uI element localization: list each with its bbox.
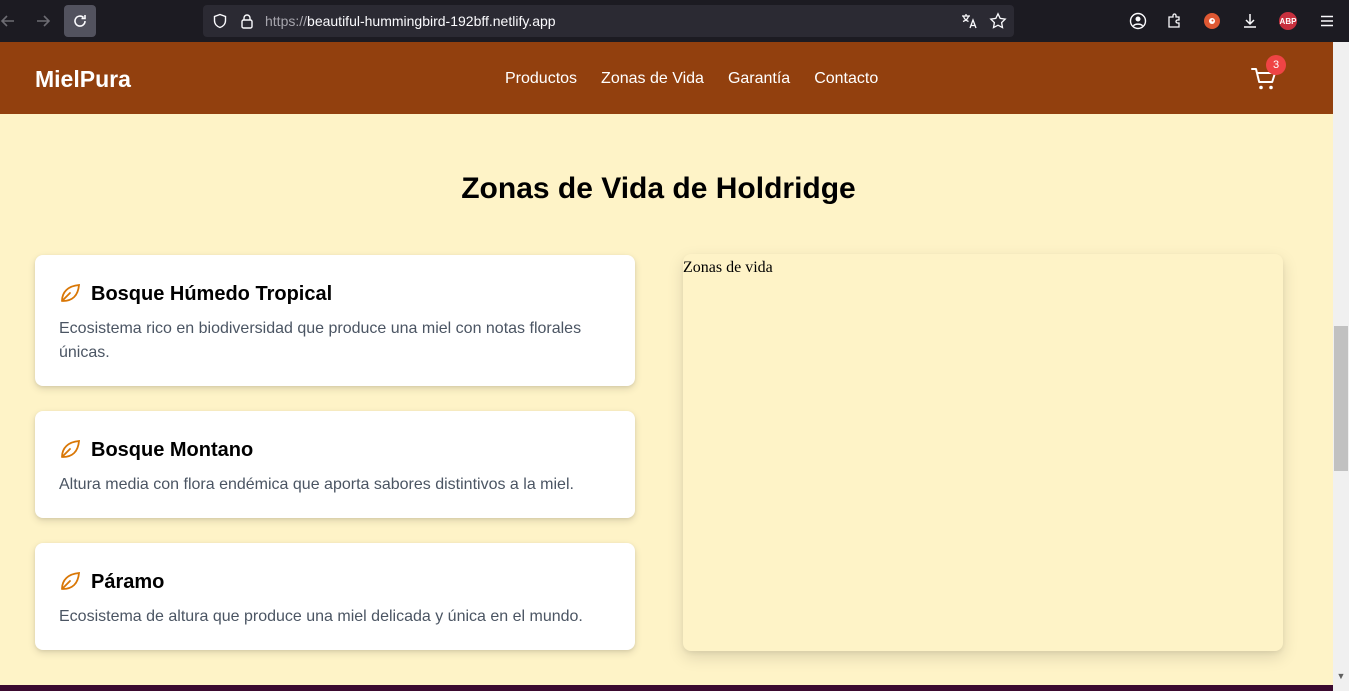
forward-arrow-icon[interactable]	[27, 5, 59, 37]
cart-count-badge: 3	[1266, 55, 1286, 75]
page-viewport: MielPura Productos Zonas de Vida Garantí…	[0, 42, 1333, 691]
zone-description: Ecosistema rico en biodiversidad que pro…	[59, 320, 582, 361]
nav-link-garantia[interactable]: Garantía	[728, 70, 790, 88]
site-header: MielPura Productos Zonas de Vida Garantí…	[0, 42, 1333, 114]
leaf-icon	[58, 569, 82, 593]
nav-link-contacto[interactable]: Contacto	[814, 70, 878, 88]
download-icon[interactable]	[1239, 10, 1261, 32]
star-icon[interactable]	[987, 10, 1009, 32]
browser-toolbar: https://beautiful-hummingbird-192bff.net…	[0, 0, 1349, 42]
url-scheme: https://	[265, 13, 308, 29]
zone-title: Bosque Montano	[91, 439, 254, 461]
zone-description: Altura media con flora endémica que apor…	[59, 476, 574, 493]
account-icon[interactable]	[1127, 10, 1149, 32]
nav-link-zonas-de-vida[interactable]: Zonas de Vida	[601, 70, 704, 88]
menu-icon[interactable]	[1316, 10, 1338, 32]
zone-description: Ecosistema de altura que produce una mie…	[59, 608, 583, 625]
footer-edge	[0, 685, 1333, 691]
lock-icon[interactable]	[236, 10, 258, 32]
url-bar[interactable]: https://beautiful-hummingbird-192bff.net…	[203, 5, 1014, 37]
back-arrow-icon[interactable]	[0, 5, 24, 37]
shield-icon[interactable]	[209, 10, 231, 32]
map-alt-text: Zonas de vida	[683, 259, 773, 276]
zone-card: Páramo Ecosistema de altura que produce …	[35, 543, 635, 650]
adblock-icon[interactable]: ABP	[1279, 12, 1297, 30]
zone-title: Páramo	[91, 571, 165, 593]
zone-title: Bosque Húmedo Tropical	[91, 283, 333, 305]
zone-card: Bosque Montano Altura media con flora en…	[35, 411, 635, 518]
duckduckgo-icon[interactable]	[1204, 13, 1220, 29]
nav-link-productos[interactable]: Productos	[505, 70, 577, 88]
extensions-icon[interactable]	[1164, 10, 1186, 32]
section-title: Zonas de Vida de Holdridge	[461, 172, 856, 205]
zone-card: Bosque Húmedo Tropical Ecosistema rico e…	[35, 255, 635, 386]
scrollbar-thumb[interactable]	[1334, 326, 1348, 471]
translate-icon[interactable]	[958, 10, 980, 32]
url-text[interactable]: https://beautiful-hummingbird-192bff.net…	[265, 13, 556, 29]
main-nav: Productos Zonas de Vida Garantía Contact…	[505, 70, 878, 88]
leaf-icon	[58, 281, 82, 305]
scroll-down-arrow-icon[interactable]: ▼	[1336, 672, 1346, 681]
life-zones-map-image	[683, 254, 1283, 651]
url-host: beautiful-hummingbird-192bff.netlify.app	[307, 13, 556, 29]
site-logo[interactable]: MielPura	[35, 66, 131, 93]
leaf-icon	[58, 437, 82, 461]
reload-icon[interactable]	[64, 5, 96, 37]
